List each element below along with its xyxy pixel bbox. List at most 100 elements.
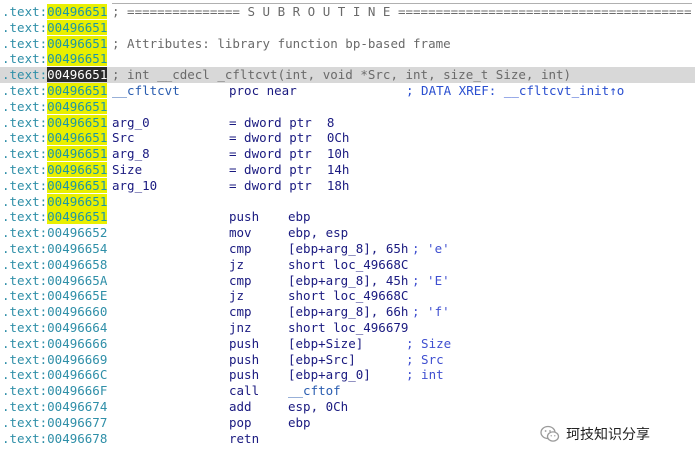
address[interactable]: .text:00496654 [2,241,107,257]
address[interactable]: .text:0049665E [2,288,107,304]
listing-line[interactable]: .text:00496669 push [ebp+Src] ; Src [0,352,695,368]
listing-line[interactable]: .text:00496651 [0,193,695,210]
operand[interactable]: ebp, esp [288,225,348,241]
address[interactable]: .text:00496651 [2,146,108,162]
call-target[interactable]: __cftof [288,383,341,398]
stack-var-name[interactable]: Size [112,162,142,178]
address[interactable]: .text:00496651 [2,51,108,67]
operand[interactable]: [ebp+Size] [288,336,363,352]
address[interactable]: .text:00496651 [2,4,108,20]
address[interactable]: .text:00496651 [2,67,108,83]
operand[interactable]: ebp [288,415,311,431]
address[interactable]: .text:00496651 [2,130,108,146]
address-offset[interactable]: 00496651 [47,162,108,177]
address[interactable]: .text:00496658 [2,257,107,273]
address[interactable]: .text:00496669 [2,352,107,368]
proc-name[interactable]: __cfltcvt [112,83,180,99]
address-offset[interactable]: 00496669 [47,352,107,367]
listing-line[interactable]: .text:0049666C push [ebp+arg_0] ; int [0,367,695,383]
operand[interactable]: [ebp+arg_0] [288,367,371,383]
address-offset[interactable]: 00496654 [47,241,107,256]
listing-line[interactable]: .text:0049665A cmp [ebp+arg_8], 45h; 'E' [0,273,695,289]
address-offset[interactable]: 00496652 [47,225,107,240]
address-offset[interactable]: 00496651 [47,51,108,67]
listing-line[interactable]: .text:00496651 [0,51,695,67]
operand[interactable]: short loc_49668C [288,257,408,273]
listing-line[interactable]: .text:00496651; int __cdecl _cfltcvt(int… [0,67,695,83]
address-offset[interactable]: 0049666F [47,383,107,398]
address[interactable]: .text:00496651 [2,162,108,178]
stack-var-name[interactable]: arg_10 [112,178,157,194]
operand[interactable]: esp, 0Ch [288,399,348,415]
listing-line[interactable]: .text:00496651 push ebp [0,209,695,225]
address-offset[interactable]: 00496651 [47,130,108,146]
address-offset[interactable]: 00496651 [47,67,108,83]
operand[interactable]: [ebp+arg_8], 66h [288,304,408,320]
listing-line[interactable]: .text:00496651 ; =============== S U B R … [0,4,695,20]
address[interactable]: .text:00496678 [2,431,107,447]
listing-line[interactable]: .text:00496651; Attributes: library func… [0,35,695,52]
listing-line[interactable]: .text:0049665E jz short loc_49668C [0,288,695,304]
listing-line[interactable]: .text:00496651 [0,19,695,36]
address-offset[interactable]: 00496651 [47,193,108,209]
operand[interactable]: [ebp+Src] [288,352,356,368]
listing-line[interactable]: .text:00496664 jnz short loc_496679 [0,320,695,336]
operand[interactable]: [ebp+arg_8], 45h [288,273,408,289]
address[interactable]: .text:00496651 [2,114,108,131]
operand[interactable]: ebp [288,209,311,225]
address-offset[interactable]: 00496664 [47,320,107,335]
listing-line[interactable]: .text:00496654 cmp [ebp+arg_8], 65h ; 'e' [0,241,695,257]
listing-line[interactable]: .text:00496651 arg_8 = dword ptr 10h [0,146,695,162]
address[interactable]: .text:00496666 [2,336,107,352]
address[interactable]: .text:00496651 [2,19,108,36]
address[interactable]: .text:00496652 [2,225,107,241]
operand[interactable]: short loc_49668C [288,288,408,304]
address-offset[interactable]: 00496658 [47,257,107,272]
listing-line[interactable]: .text:00496674 add esp, 0Ch [0,399,695,415]
address-offset[interactable]: 00496651 [47,35,108,51]
address[interactable]: .text:00496651 [2,35,108,52]
address-offset[interactable]: 00496678 [47,431,107,446]
listing-line[interactable]: .text:00496651 Src = dword ptr 0Ch [0,130,695,146]
operand[interactable]: [ebp+arg_8], 65h [288,241,408,257]
address-offset[interactable]: 0049665E [47,288,107,303]
stack-var-name[interactable]: Src [112,130,135,146]
listing-line[interactable]: .text:00496660 cmp [ebp+arg_8], 66h; 'f' [0,304,695,320]
address[interactable]: .text:00496677 [2,415,107,431]
address-offset[interactable]: 00496651 [47,209,108,225]
address-offset[interactable]: 00496674 [47,399,107,414]
listing-line[interactable]: .text:00496651 [0,98,695,115]
listing-line[interactable]: .text:00496652 mov ebp, esp [0,225,695,241]
address[interactable]: .text:00496651 [2,83,108,99]
address[interactable]: .text:0049666C [2,367,107,383]
address-offset[interactable]: 00496677 [47,415,107,430]
operand[interactable]: short loc_496679 [288,320,408,336]
disassembly-view[interactable]: .text:00496651; =============== S U B R … [0,0,695,464]
address-offset[interactable]: 00496651 [47,114,108,130]
address-offset[interactable]: 0049665A [47,273,107,288]
stack-var-name[interactable]: arg_8 [112,146,150,162]
address-offset[interactable]: 00496651 [47,146,108,162]
listing-line[interactable]: .text:00496658 jz short loc_49668C [0,257,695,273]
listing-line[interactable]: .text:00496651 arg_10 = dword ptr 18h [0,177,695,194]
address-offset[interactable]: 00496660 [47,304,107,319]
address-offset[interactable]: 0049666C [47,367,107,382]
operand[interactable]: __cftof [288,383,341,399]
address[interactable]: .text:00496651 [2,98,108,115]
data-xref[interactable]: ; DATA XREF: __cfltcvt_init↑o [406,83,624,99]
address[interactable]: .text:00496651 [2,177,108,194]
address[interactable]: .text:0049665A [2,273,107,289]
address[interactable]: .text:0049666F [2,383,107,399]
address[interactable]: .text:00496660 [2,304,107,320]
address-offset[interactable]: 00496666 [47,336,107,351]
address[interactable]: .text:00496651 [2,193,108,210]
stack-var-name[interactable]: arg_0 [112,115,150,131]
address[interactable]: .text:00496651 [2,209,108,225]
listing-line[interactable]: .text:00496651 Size = dword ptr 14h [0,162,695,178]
listing-line[interactable]: .text:00496666 push [ebp+Size] ; Size [0,336,695,352]
listing-line[interactable]: .text:00496651 arg_0 = dword ptr 8 [0,114,695,131]
address-offset[interactable]: 00496651 [47,19,108,35]
address-offset[interactable]: 00496651 [47,4,108,19]
address[interactable]: .text:00496674 [2,399,107,415]
listing-line[interactable]: .text:0049666F call __cftof [0,383,695,399]
